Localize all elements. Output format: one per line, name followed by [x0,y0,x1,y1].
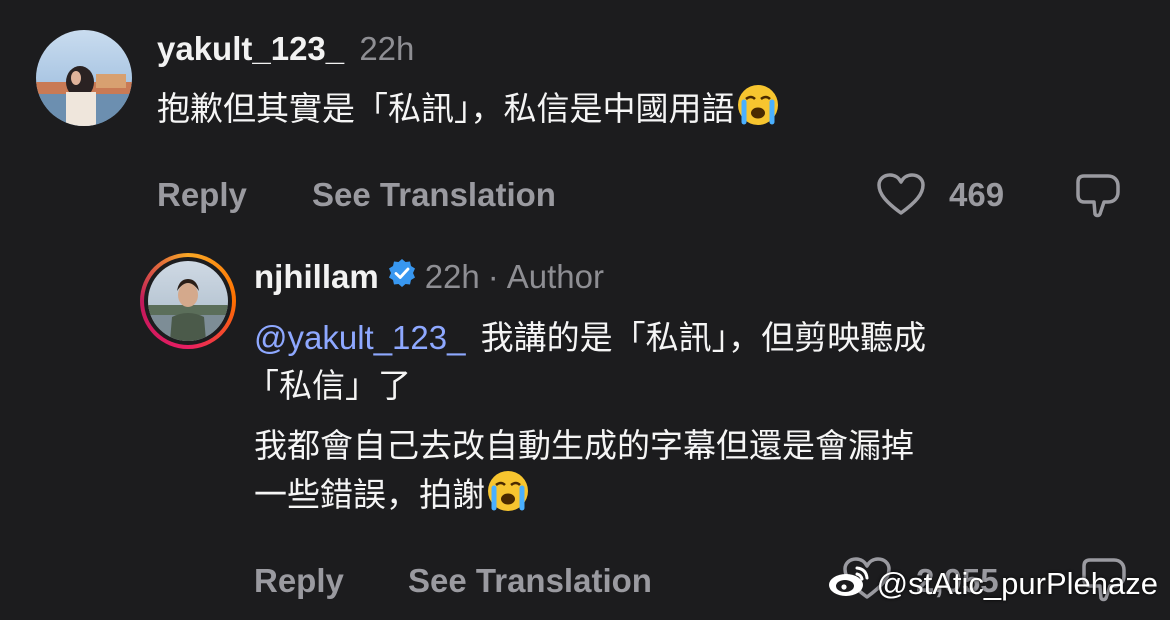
reply-line-2: 「私信」了 [246,367,411,404]
reply-line-4: 一些錯誤，拍謝 [254,468,531,529]
reply-time: 22h [424,258,480,295]
reply-reply-button[interactable]: Reply [254,562,344,600]
reply-line-1: @yakult_123_ 我講的是「私訊」，但剪映聽成 [254,312,926,364]
comment-body: 抱歉但其實是「私訊」，私信是中國用語 [157,90,735,127]
dislike-icon[interactable] [1074,172,1122,225]
loudly-crying-face-icon [735,82,781,143]
heart-icon[interactable] [876,172,926,223]
comment-see-translation-button[interactable]: See Translation [312,176,556,214]
reply-avatar[interactable] [140,253,236,349]
weibo-icon [827,562,871,606]
comments-thread: yakult_123_ 22h 抱歉但其實是「私訊」，私信是中國用語 Reply… [0,0,1170,620]
avatar-ring-gap [144,257,232,345]
comment-text: 抱歉但其實是「私訊」，私信是中國用語 [157,82,781,143]
comment-like-count: 469 [949,176,1005,213]
reply-line-1-text: 我講的是「私訊」，但剪映聽成 [480,319,927,356]
reply-line-4-text: 一些錯誤，拍謝 [254,476,485,513]
loudly-crying-face-icon [485,468,531,529]
comment-username[interactable]: yakult_123_ [157,30,344,67]
avatar [148,261,228,341]
comment-time: 22h [359,30,415,67]
reply-header: njhillam 22h · Author [254,258,604,296]
reply-see-translation-button[interactable]: See Translation [408,562,652,600]
verified-badge-icon [387,258,417,296]
author-label: Author [506,258,604,295]
comment-reply-button[interactable]: Reply [157,176,247,214]
meta-separator: · [487,258,499,295]
reply-username[interactable]: njhillam [254,258,379,296]
mention-link[interactable]: @yakult_123_ [254,319,465,356]
comment-header: yakult_123_ 22h [157,30,414,68]
watermark-text: @stAtic_purPlehaze [876,566,1158,601]
avatar[interactable] [36,30,132,126]
reply-line-3: 我都會自己去改自動生成的字幕但還是會漏掉 [254,427,914,464]
watermark: @stAtic_purPlehaze [827,562,1158,606]
